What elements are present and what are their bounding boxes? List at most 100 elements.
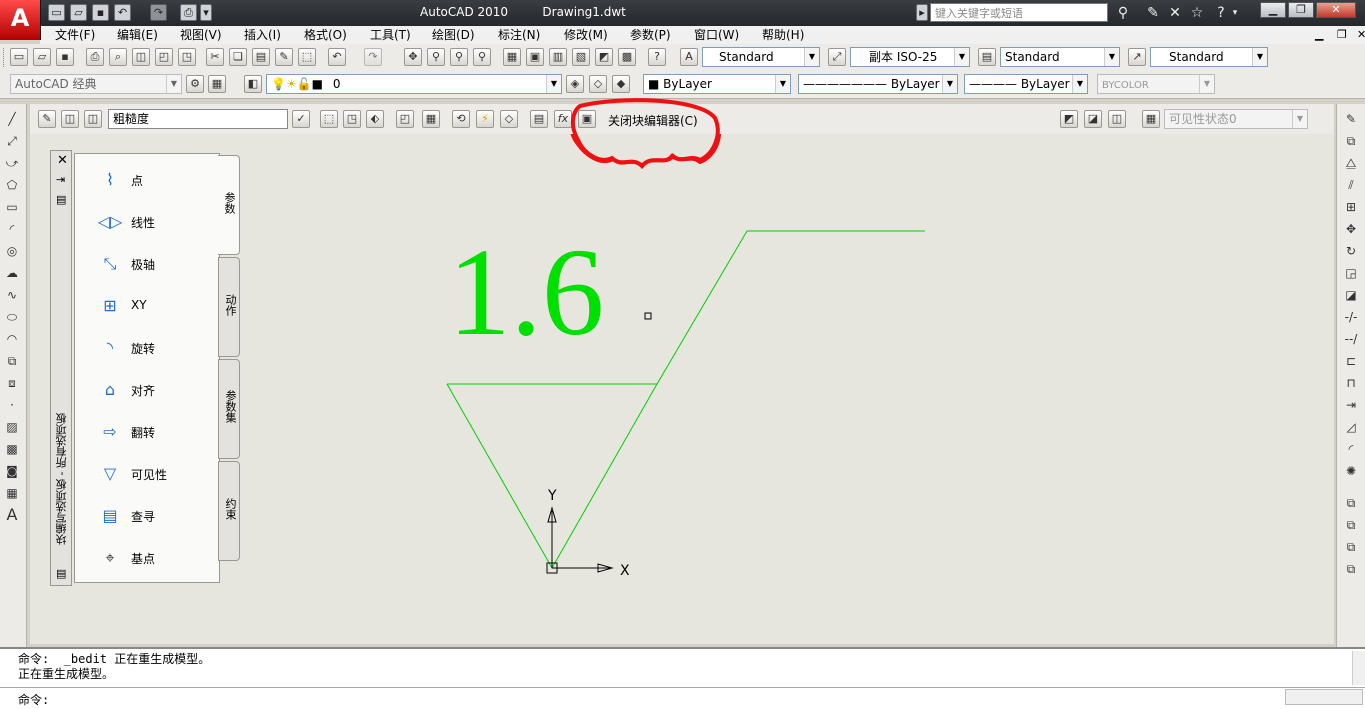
edit-block-icon[interactable]: ✎	[38, 110, 56, 128]
palette-close-icon[interactable]: ✕	[57, 153, 68, 168]
doc-restore-icon[interactable]: ❐	[1337, 26, 1347, 44]
ellipse-icon[interactable]: ⬭	[3, 308, 21, 326]
save-icon[interactable]: ▪	[56, 48, 74, 66]
palette-item-xy[interactable]: ⊞ XY	[95, 286, 215, 324]
layer-properties-icon[interactable]: ◧	[244, 75, 262, 93]
undo-icon[interactable]: ↶	[114, 4, 131, 21]
search-input[interactable]: 键入关键字或短语	[930, 3, 1108, 22]
layer-states-icon[interactable]: ◆	[612, 75, 630, 93]
calculator-icon[interactable]: ▩	[618, 48, 636, 66]
make-invisible-icon[interactable]: ◫	[1108, 110, 1126, 128]
workspace-settings-icon[interactable]: ⚙	[186, 75, 204, 93]
new-icon[interactable]: ▭	[10, 48, 28, 66]
open-file-icon[interactable]: ▱	[70, 4, 87, 21]
grip-point[interactable]	[644, 312, 652, 320]
tab-actions[interactable]: 动作	[218, 257, 240, 357]
color-select[interactable]: ■ ByLayer ▼	[643, 74, 791, 94]
palette-item-rotation[interactable]: ◝ 旋转	[95, 328, 215, 366]
palette-item-lookup[interactable]: ▤ 查寻	[95, 496, 215, 534]
insert-block-icon[interactable]: ⧉	[3, 352, 21, 370]
cut-icon[interactable]: ✂	[206, 48, 224, 66]
parameter-icon[interactable]: ◳	[343, 110, 361, 128]
dim-style-icon[interactable]: ⤢	[828, 48, 846, 66]
subscription-icon[interactable]: ✎	[1144, 4, 1162, 22]
favorites-icon[interactable]: ☆	[1188, 4, 1206, 22]
print-icon[interactable]: ⎙	[180, 4, 197, 21]
stretch-icon[interactable]: ◪	[1342, 286, 1360, 304]
open-icon[interactable]: ▱	[33, 48, 51, 66]
circle-icon[interactable]: ◎	[3, 242, 21, 260]
help-icon[interactable]: ?	[648, 48, 666, 66]
draworder-icon[interactable]: ⧉	[1342, 494, 1360, 512]
binoculars-icon[interactable]: ⚲	[1114, 4, 1132, 22]
paste-icon[interactable]: ▤	[252, 48, 270, 66]
break-at-point-icon[interactable]: ⊏	[1342, 352, 1360, 370]
save-block-icon[interactable]: ◫	[61, 110, 79, 128]
linetype-select[interactable]: ——————— ByLayer ▼	[798, 74, 958, 94]
doc-minimize-icon[interactable]: ▁	[1315, 26, 1323, 44]
palette-titlebar[interactable]: ✕ ⇥ ▤ 块编写选项板 - 所有选项板 ▤	[50, 150, 72, 586]
array-icon[interactable]: ⊞	[1342, 198, 1360, 216]
copy-icon[interactable]: ❏	[229, 48, 247, 66]
offset-icon[interactable]: ⫽	[1342, 176, 1360, 194]
lineweight-select[interactable]: ———— ByLayer ▼	[964, 74, 1088, 94]
help-dropdown-icon[interactable]: ▾	[1230, 4, 1240, 22]
construction-line-icon[interactable]: ⤢	[3, 132, 21, 150]
workspace-save-icon[interactable]: ▦	[208, 75, 226, 93]
app-menu-button[interactable]: A	[0, 0, 41, 40]
layer-select[interactable]: 💡☀🔓■ 0 ▼	[266, 74, 562, 94]
quick-access-dropdown-icon[interactable]: ▾	[200, 4, 212, 21]
save-block-as-icon[interactable]: ◫	[84, 110, 102, 128]
search-expand-icon[interactable]: ▸	[916, 4, 928, 21]
tab-parameter-sets[interactable]: 参数集	[218, 359, 240, 459]
properties-icon[interactable]: ▦	[503, 48, 521, 66]
point-icon[interactable]: ·	[3, 396, 21, 414]
tag-icon[interactable]: ◇	[500, 110, 518, 128]
undo-icon[interactable]: ↶	[328, 48, 346, 66]
polyline-icon[interactable]: ⤻	[3, 154, 21, 172]
plot-icon[interactable]: ⎙	[86, 48, 104, 66]
save-icon[interactable]: ▪	[92, 4, 109, 21]
redo-icon[interactable]: ↷	[364, 48, 382, 66]
new-file-icon[interactable]: ▭	[48, 4, 65, 21]
minimize-icon[interactable]: ▁	[1260, 2, 1286, 18]
spline-icon[interactable]: ∿	[3, 286, 21, 304]
block-table-icon[interactable]: ▤	[530, 110, 548, 128]
menu-window[interactable]: 窗口(W)	[694, 26, 739, 44]
tool-palettes-icon[interactable]: ▥	[549, 48, 567, 66]
table-icon[interactable]: ▦	[3, 484, 21, 502]
plotstyle-select[interactable]: BYCOLOR ▼	[1097, 74, 1215, 94]
chamfer-icon[interactable]: ◿	[1342, 418, 1360, 436]
palette-item-point[interactable]: ⌇ 点	[95, 160, 215, 198]
menu-file[interactable]: 文件(F)	[55, 26, 95, 44]
explode-icon[interactable]: ✺	[1342, 462, 1360, 480]
layer-current-icon[interactable]: ◈	[566, 75, 584, 93]
doc-close-icon[interactable]: ✕	[1357, 26, 1365, 44]
menu-parametric[interactable]: 参数(P)	[630, 26, 671, 44]
table-style-icon[interactable]: ▤	[978, 48, 996, 66]
multiline-text-icon[interactable]: A	[3, 506, 21, 524]
restore-icon[interactable]: ❐	[1288, 2, 1314, 18]
visibility-state-select[interactable]: 可见性状态0 ▼	[1164, 109, 1308, 129]
trim-icon[interactable]: -/-	[1342, 308, 1360, 326]
multileader-style-select[interactable]: Standard ▼	[1150, 47, 1268, 67]
menu-dimension[interactable]: 标注(N)	[498, 26, 540, 44]
redo-icon[interactable]: ↷	[150, 4, 167, 21]
rotate-icon[interactable]: ↻	[1342, 242, 1360, 260]
visibility-mode-icon[interactable]: ◩	[1060, 110, 1078, 128]
palette-item-linear[interactable]: ◁▷ 线性	[95, 202, 215, 240]
markup-icon[interactable]: ◩	[595, 48, 613, 66]
send-to-back-icon[interactable]: ⧉	[1342, 538, 1360, 556]
workspace-select[interactable]: AutoCAD 经典 ▼	[10, 74, 182, 94]
tab-parameters[interactable]: 参数	[218, 155, 240, 255]
zoom-realtime-icon[interactable]: ⚲	[427, 48, 445, 66]
block-name-field[interactable]: 粗糙度	[108, 109, 288, 129]
make-block-icon[interactable]: ⧈	[3, 374, 21, 392]
pan-icon[interactable]: ✥	[404, 48, 422, 66]
test-block-icon[interactable]: ✓	[292, 110, 310, 128]
fillet-icon[interactable]: ◜	[1342, 440, 1360, 458]
visibility-states-icon[interactable]: ▦	[1142, 110, 1160, 128]
menu-edit[interactable]: 编辑(E)	[117, 26, 158, 44]
ellipse-arc-icon[interactable]: ◠	[3, 330, 21, 348]
palette-item-flip[interactable]: ⇨ 翻转	[95, 412, 215, 450]
